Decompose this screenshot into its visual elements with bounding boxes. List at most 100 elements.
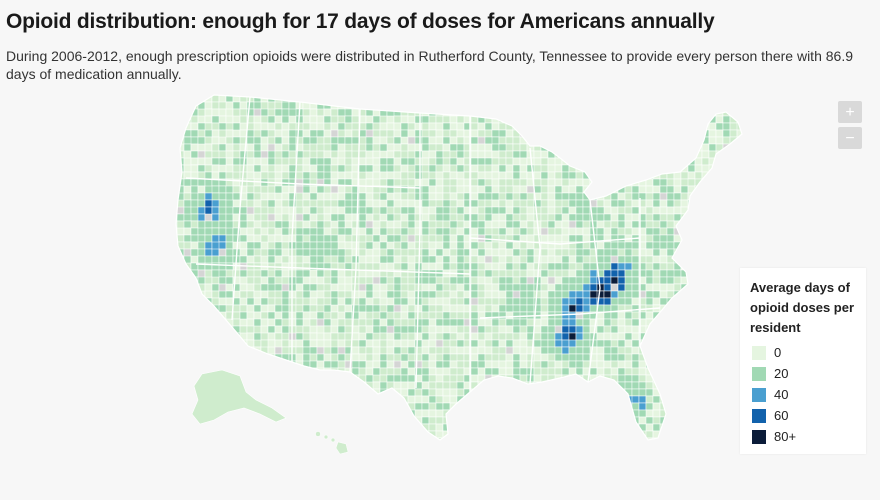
county-cell[interactable] — [688, 452, 695, 459]
county-cell[interactable] — [295, 88, 304, 103]
county-cell[interactable] — [519, 416, 528, 425]
county-cell[interactable] — [568, 283, 577, 292]
county-cell[interactable] — [512, 88, 521, 96]
county-cell[interactable] — [295, 381, 304, 390]
county-cell[interactable] — [379, 332, 388, 341]
county-cell[interactable] — [170, 283, 178, 292]
county-cell[interactable] — [344, 304, 353, 313]
county-cell[interactable] — [246, 227, 255, 236]
county-cell[interactable] — [316, 437, 325, 445]
county-cell[interactable] — [519, 150, 528, 159]
county-cell[interactable] — [512, 101, 521, 110]
county-cell[interactable] — [470, 276, 479, 285]
county-cell[interactable] — [687, 360, 703, 369]
county-cell[interactable] — [232, 318, 241, 327]
county-cell[interactable] — [407, 234, 416, 243]
county-cell[interactable] — [708, 185, 717, 194]
county-cell[interactable] — [344, 241, 353, 250]
county-cell[interactable] — [211, 185, 220, 194]
county-cell[interactable] — [484, 143, 493, 152]
county-cell[interactable] — [631, 227, 640, 236]
county-cell[interactable] — [512, 108, 528, 117]
county-cell[interactable] — [239, 332, 248, 341]
county-cell[interactable] — [708, 227, 717, 236]
county-cell[interactable] — [729, 402, 738, 411]
county-cell[interactable] — [323, 276, 332, 285]
county-cell[interactable] — [687, 381, 696, 390]
county-cell[interactable] — [575, 136, 591, 145]
county-cell[interactable] — [239, 241, 248, 250]
county-cell[interactable] — [505, 95, 514, 103]
county-cell[interactable] — [316, 164, 325, 173]
county-cell[interactable] — [596, 129, 605, 138]
county-cell[interactable] — [645, 388, 654, 397]
county-cell[interactable] — [352, 452, 366, 459]
county-cell[interactable] — [309, 402, 318, 411]
county-cell[interactable] — [484, 381, 500, 390]
county-cell[interactable] — [295, 395, 304, 404]
county-cell[interactable] — [680, 318, 689, 327]
county-cell[interactable] — [372, 164, 381, 173]
county-cell[interactable] — [491, 325, 500, 334]
county-cell[interactable] — [394, 445, 401, 459]
county-cell[interactable] — [351, 88, 360, 96]
county-cell[interactable] — [323, 360, 332, 369]
county-cell[interactable] — [344, 95, 353, 103]
county-cell[interactable] — [498, 402, 507, 411]
county-cell[interactable] — [421, 248, 430, 257]
county-cell[interactable] — [302, 304, 311, 313]
county-cell[interactable] — [722, 283, 731, 292]
county-cell[interactable] — [568, 437, 584, 445]
county-cell[interactable] — [505, 206, 514, 215]
county-cell[interactable] — [519, 178, 528, 187]
county-cell[interactable] — [540, 234, 549, 243]
county-cell[interactable] — [512, 416, 521, 425]
county-cell[interactable] — [190, 220, 199, 229]
county-cell[interactable] — [197, 332, 213, 341]
county-cell[interactable] — [428, 255, 437, 264]
county-cell[interactable] — [617, 164, 633, 173]
county-cell[interactable] — [590, 452, 604, 459]
county-cell[interactable] — [694, 115, 703, 124]
county-cell[interactable] — [659, 185, 668, 194]
county-cell[interactable] — [309, 227, 318, 236]
county-cell[interactable] — [547, 129, 563, 138]
county-cell[interactable] — [400, 374, 409, 383]
county-cell[interactable] — [512, 388, 528, 397]
county-cell[interactable] — [526, 88, 535, 96]
county-cell[interactable] — [596, 290, 605, 299]
county-cell[interactable] — [673, 129, 689, 138]
county-cell[interactable] — [722, 269, 731, 278]
county-cell[interactable] — [449, 185, 458, 194]
county-cell[interactable] — [701, 255, 710, 264]
county-cell[interactable] — [428, 192, 437, 201]
county-cell[interactable] — [729, 101, 738, 110]
county-cell[interactable] — [176, 346, 185, 355]
county-cell[interactable] — [407, 304, 416, 313]
county-cell[interactable] — [575, 297, 584, 306]
county-cell[interactable] — [274, 325, 283, 334]
county-cell[interactable] — [687, 227, 696, 236]
county-cell[interactable] — [274, 423, 283, 432]
county-cell[interactable] — [512, 318, 521, 327]
county-cell[interactable] — [576, 452, 590, 459]
county-cell[interactable] — [421, 332, 430, 341]
county-cell[interactable] — [491, 206, 500, 215]
county-cell[interactable] — [386, 122, 395, 131]
county-cell[interactable] — [372, 199, 381, 208]
county-cell[interactable] — [274, 122, 283, 131]
county-cell[interactable] — [372, 395, 381, 411]
county-cell[interactable] — [575, 346, 584, 355]
county-cell[interactable] — [708, 381, 717, 390]
county-cell[interactable] — [701, 269, 717, 278]
county-cell[interactable] — [603, 171, 612, 180]
county-cell[interactable] — [666, 150, 682, 159]
county-cell[interactable] — [694, 388, 703, 397]
county-cell[interactable] — [422, 445, 429, 452]
county-cell[interactable] — [715, 353, 724, 362]
county-cell[interactable] — [722, 255, 731, 264]
county-cell[interactable] — [274, 332, 283, 341]
county-cell[interactable] — [639, 452, 646, 459]
county-cell[interactable] — [246, 332, 255, 341]
county-cell[interactable] — [358, 206, 367, 215]
